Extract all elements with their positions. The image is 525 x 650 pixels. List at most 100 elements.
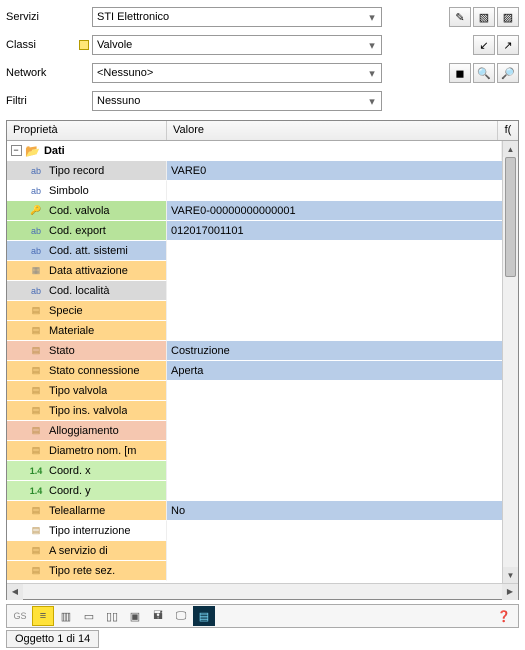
classi-label: Classi <box>6 39 76 51</box>
property-row[interactable]: abCod. località <box>7 281 502 301</box>
grid-header: Proprietà Valore f( <box>7 121 518 141</box>
group-row[interactable]: − 📂 Dati <box>7 141 502 161</box>
network-dropdown[interactable]: <Nessuno> ▾ <box>92 63 382 83</box>
vertical-scrollbar[interactable]: ▲ ▼ <box>502 141 518 583</box>
property-row[interactable]: ▤Alloggiamento <box>7 421 502 441</box>
property-label: Coord. x <box>47 465 91 477</box>
bt-btn-6[interactable]: 🖬 <box>147 606 169 626</box>
type-icon: ▦ <box>25 265 47 276</box>
filtri-dropdown[interactable]: Nessuno ▾ <box>92 91 382 111</box>
scroll-down-icon[interactable]: ▼ <box>503 567 518 583</box>
property-row[interactable]: ▤Tipo rete sez. <box>7 561 502 581</box>
value-cell[interactable] <box>167 421 502 441</box>
servizi-value: STI Elettronico <box>97 11 169 23</box>
value-cell[interactable] <box>167 521 502 541</box>
property-row[interactable]: ▤StatoCostruzione <box>7 341 502 361</box>
property-cell: ▤Alloggiamento <box>7 421 167 441</box>
property-row[interactable]: abCod. export012017001101 <box>7 221 502 241</box>
toolbar-btn-8[interactable]: 🔎 <box>497 63 519 83</box>
header-fx[interactable]: f( <box>498 121 518 140</box>
type-icon: ▤ <box>25 505 47 516</box>
value-cell[interactable] <box>167 381 502 401</box>
toolbar-btn-7[interactable]: 🔍 <box>473 63 495 83</box>
toolbar-btn-3[interactable]: ▨ <box>497 7 519 27</box>
property-row[interactable]: abSimbolo <box>7 181 502 201</box>
property-row[interactable]: ▤Materiale <box>7 321 502 341</box>
value-cell[interactable] <box>167 241 502 261</box>
toolbar-btn-2[interactable]: ▧ <box>473 7 495 27</box>
servizi-dropdown[interactable]: STI Elettronico ▾ <box>92 7 382 27</box>
bt-btn-1[interactable]: ≡ <box>32 606 54 626</box>
collapse-icon[interactable]: − <box>11 145 22 156</box>
property-row[interactable]: ▤Diametro nom. [m <box>7 441 502 461</box>
value-cell[interactable] <box>167 181 502 201</box>
toolbar-btn-5[interactable]: ↗ <box>497 35 519 55</box>
value-cell[interactable] <box>167 281 502 301</box>
bt-btn-7[interactable]: 🖵 <box>170 606 192 626</box>
header-val[interactable]: Valore <box>167 121 498 140</box>
property-row[interactable]: abTipo recordVARE0 <box>7 161 502 181</box>
property-row[interactable]: abCod. att. sistemi <box>7 241 502 261</box>
header-prop[interactable]: Proprietà <box>7 121 167 140</box>
horizontal-scrollbar[interactable]: ◀ ▶ <box>7 583 518 599</box>
bt-btn-8[interactable]: ▤ <box>193 606 215 626</box>
value-cell[interactable] <box>167 321 502 341</box>
value-cell[interactable] <box>167 301 502 321</box>
property-row[interactable]: ▤Tipo interruzione <box>7 521 502 541</box>
chevron-down-icon: ▾ <box>365 94 379 108</box>
value-cell[interactable]: 012017001101 <box>167 221 502 241</box>
scroll-right-icon[interactable]: ▶ <box>502 584 518 600</box>
status-tab[interactable]: Oggetto 1 di 14 <box>6 630 99 648</box>
value-cell[interactable] <box>167 561 502 581</box>
toolbar-btn-1[interactable]: ✎ <box>449 7 471 27</box>
property-row[interactable]: ▤A servizio di <box>7 541 502 561</box>
property-cell: ▤A servizio di <box>7 541 167 561</box>
property-row[interactable]: ▦Data attivazione <box>7 261 502 281</box>
value-cell[interactable]: VARE0-00000000000001 <box>167 201 502 221</box>
value-cell[interactable] <box>167 541 502 561</box>
property-label: Stato connessione <box>47 365 140 377</box>
value-cell[interactable]: Costruzione <box>167 341 502 361</box>
classi-dropdown[interactable]: Valvole ▾ <box>92 35 382 55</box>
bt-btn-4[interactable]: ▯▯ <box>101 606 123 626</box>
scroll-thumb[interactable] <box>505 157 516 277</box>
property-row[interactable]: ▤Tipo ins. valvola <box>7 401 502 421</box>
bt-help-icon[interactable]: ❓ <box>493 606 515 626</box>
type-icon: 1.4 <box>25 486 47 496</box>
scroll-left-icon[interactable]: ◀ <box>7 584 23 600</box>
property-row[interactable]: 1.4Coord. y <box>7 481 502 501</box>
value-cell[interactable] <box>167 481 502 501</box>
bt-btn-5[interactable]: ▣ <box>124 606 146 626</box>
property-cell: ▤Materiale <box>7 321 167 341</box>
property-row[interactable]: ▤Tipo valvola <box>7 381 502 401</box>
type-icon: ab <box>25 286 47 296</box>
chevron-down-icon: ▾ <box>365 66 379 80</box>
property-cell: ▤Tipo interruzione <box>7 521 167 541</box>
property-label: A servizio di <box>47 545 108 557</box>
value-cell[interactable] <box>167 261 502 281</box>
property-row[interactable]: 1.4Coord. x <box>7 461 502 481</box>
type-icon: ▤ <box>25 565 47 576</box>
type-icon: ▤ <box>25 365 47 376</box>
property-cell: ▤Tipo ins. valvola <box>7 401 167 421</box>
value-cell[interactable] <box>167 461 502 481</box>
property-label: Tipo record <box>47 165 104 177</box>
value-cell[interactable] <box>167 441 502 461</box>
toolbar-btn-6[interactable]: ◼ <box>449 63 471 83</box>
toolbar-btn-4[interactable]: ↙ <box>473 35 495 55</box>
property-row[interactable]: ▤Stato connessione Aperta <box>7 361 502 381</box>
scroll-up-icon[interactable]: ▲ <box>503 141 518 157</box>
value-cell[interactable]: No <box>167 501 502 521</box>
type-icon: ▤ <box>25 385 47 396</box>
property-row[interactable]: 🔑Cod. valvolaVARE0-00000000000001 <box>7 201 502 221</box>
value-cell[interactable]: VARE0 <box>167 161 502 181</box>
value-cell[interactable]: Aperta <box>167 361 502 381</box>
property-row[interactable]: ▤TeleallarmeNo <box>7 501 502 521</box>
bt-btn-3[interactable]: ▭ <box>78 606 100 626</box>
type-icon: ab <box>25 226 47 236</box>
property-row[interactable]: ▤Specie <box>7 301 502 321</box>
bt-btn-2[interactable]: ▥ <box>55 606 77 626</box>
value-cell[interactable] <box>167 401 502 421</box>
type-icon: ▤ <box>25 425 47 436</box>
property-cell: abCod. località <box>7 281 167 301</box>
